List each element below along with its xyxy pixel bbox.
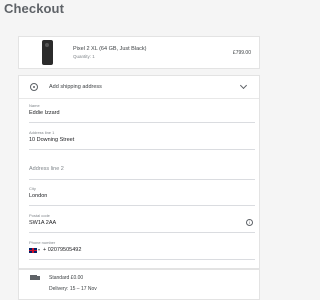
shipping-address-header[interactable]: Add shipping address	[19, 76, 259, 99]
city-field[interactable]: City London	[29, 186, 255, 206]
product-image	[42, 40, 53, 65]
name-field[interactable]: Name Eddie Izzard	[29, 103, 255, 123]
shipping-method: Standard £0.00	[49, 275, 84, 281]
address-line-2-field[interactable]: Address line 2	[29, 157, 255, 180]
address-line-1-label: Address line 1	[29, 130, 55, 135]
city-label: City	[29, 186, 36, 191]
page-title: Checkout	[4, 1, 65, 16]
truck-icon	[30, 275, 40, 280]
product-quantity: Quantity: 1	[73, 54, 95, 59]
address-line-1-field[interactable]: Address line 1 10 Downing Street	[29, 130, 255, 150]
city-value[interactable]: London	[29, 193, 47, 199]
phone-number-field[interactable]: Phone number + 02079505492	[29, 240, 255, 260]
location-pin-icon	[30, 83, 38, 91]
postal-code-field[interactable]: Postal code SW1A 2AA i	[29, 213, 255, 233]
product-card: Pixel 2 XL (64 GB, Just Black) Quantity:…	[18, 36, 260, 69]
phone-number-value[interactable]: + 02079505492	[43, 247, 81, 253]
info-icon[interactable]: i	[246, 219, 253, 226]
shipping-address-card: Add shipping address Name Eddie Izzard A…	[18, 75, 260, 269]
address-line-1-value[interactable]: 10 Downing Street	[29, 137, 74, 143]
product-name: Pixel 2 XL (64 GB, Just Black)	[73, 46, 147, 52]
shipping-address-title: Add shipping address	[49, 84, 102, 90]
postal-code-value[interactable]: SW1A 2AA	[29, 220, 56, 226]
name-value[interactable]: Eddie Izzard	[29, 110, 60, 116]
address-line-2-placeholder[interactable]: Address line 2	[29, 166, 64, 172]
product-price: £799.00	[232, 50, 251, 56]
name-label: Name	[29, 103, 40, 108]
chevron-down-icon[interactable]	[239, 81, 248, 90]
uk-flag-icon[interactable]	[29, 248, 37, 253]
country-dropdown-icon[interactable]	[38, 249, 40, 251]
delivery-estimate: Delivery: 15 – 17 Nov	[49, 286, 97, 292]
phone-number-label: Phone number	[29, 240, 56, 245]
shipping-method-card[interactable]: Standard £0.00 Delivery: 15 – 17 Nov	[18, 269, 260, 300]
postal-code-label: Postal code	[29, 213, 50, 218]
